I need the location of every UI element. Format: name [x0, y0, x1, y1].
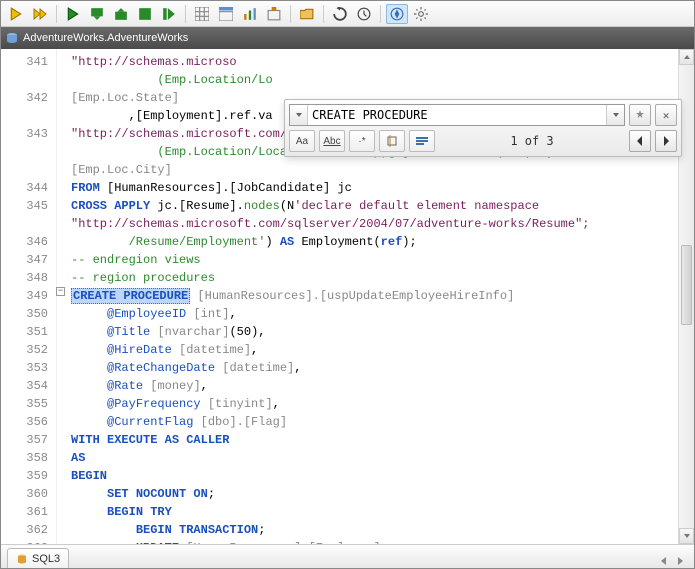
- exec-up-icon[interactable]: [110, 4, 132, 24]
- scroll-down-button[interactable]: [679, 528, 694, 544]
- chart-icon[interactable]: [239, 4, 261, 24]
- find-input-combo: [289, 104, 625, 126]
- tab-nav-right-icon[interactable]: [673, 554, 687, 568]
- line-number: 361: [1, 503, 56, 521]
- line-number: 354: [1, 377, 56, 395]
- find-input-dropdown[interactable]: [606, 105, 624, 125]
- line-number: 360: [1, 485, 56, 503]
- line-number: 343: [1, 125, 56, 143]
- find-history-dropdown[interactable]: [290, 105, 308, 125]
- refresh-icon[interactable]: [329, 4, 351, 24]
- tab-nav-left-icon[interactable]: [657, 554, 671, 568]
- line-number: 362: [1, 521, 56, 539]
- line-number: 349: [1, 287, 56, 305]
- code-line: UPDATE [HumanResources].[Employee]: [71, 539, 694, 544]
- table-icon[interactable]: [215, 4, 237, 24]
- code-line: @HireDate [datetime],: [71, 341, 694, 359]
- editor: − 34134234334434534634734834935035135235…: [1, 49, 694, 544]
- scrollbar-thumb[interactable]: [681, 245, 692, 325]
- export-icon[interactable]: [263, 4, 285, 24]
- code-line: /Resume/Employment') AS Employment(ref);: [71, 233, 694, 251]
- find-prev-button[interactable]: [629, 130, 651, 152]
- exec-skip-icon[interactable]: [158, 4, 180, 24]
- compass-icon[interactable]: [386, 4, 408, 24]
- line-number: 347: [1, 251, 56, 269]
- run-step-icon[interactable]: [29, 4, 51, 24]
- code-line: (Emp.Location/Lo: [71, 71, 694, 89]
- code-line: @Rate [money],: [71, 377, 694, 395]
- code-line: BEGIN TRY: [71, 503, 694, 521]
- whole-word-toggle[interactable]: Abc: [319, 130, 345, 152]
- tab-title[interactable]: AdventureWorks.AdventureWorks: [23, 32, 188, 44]
- code-line: AS: [71, 449, 694, 467]
- line-number: 345: [1, 197, 56, 215]
- line-number: 358: [1, 449, 56, 467]
- line-number: [1, 161, 56, 179]
- code-line: BEGIN: [71, 467, 694, 485]
- exec-block-icon[interactable]: [134, 4, 156, 24]
- exec-down-icon[interactable]: [86, 4, 108, 24]
- scroll-up-button[interactable]: [679, 49, 694, 65]
- in-selection-toggle[interactable]: [379, 130, 405, 152]
- match-case-toggle[interactable]: Aa: [289, 130, 315, 152]
- line-number: 359: [1, 467, 56, 485]
- wrap-toggle[interactable]: [409, 130, 435, 152]
- code-line: -- endregion views: [71, 251, 694, 269]
- close-find-button[interactable]: ✕: [655, 104, 677, 126]
- find-panel: ✕ Aa Abc ·* 1 of 3: [284, 99, 682, 157]
- db-icon: [5, 31, 19, 45]
- code-line: "http://schemas.microsoft.com/sqlserver/…: [71, 215, 694, 233]
- line-number: 356: [1, 413, 56, 431]
- code-line: [Emp.Loc.City]: [71, 161, 694, 179]
- exec-icon[interactable]: [62, 4, 84, 24]
- regex-toggle[interactable]: ·*: [349, 130, 375, 152]
- code-line: @PayFrequency [tinyint],: [71, 395, 694, 413]
- code-line: WITH EXECUTE AS CALLER: [71, 431, 694, 449]
- line-number: 348: [1, 269, 56, 287]
- line-number: 353: [1, 359, 56, 377]
- line-number: 346: [1, 233, 56, 251]
- bottom-tab-label: SQL3: [32, 553, 60, 565]
- line-number: [1, 143, 56, 161]
- line-gutter: − 34134234334434534634734834935035135235…: [1, 49, 57, 544]
- find-next-button[interactable]: [655, 130, 677, 152]
- line-number: 350: [1, 305, 56, 323]
- grid-icon[interactable]: [191, 4, 213, 24]
- line-number: 352: [1, 341, 56, 359]
- line-number: 363: [1, 539, 56, 544]
- line-number: [1, 215, 56, 233]
- find-input[interactable]: [308, 108, 606, 122]
- line-number: 351: [1, 323, 56, 341]
- editor-tabbar: AdventureWorks.AdventureWorks: [1, 27, 694, 49]
- line-number: 341: [1, 53, 56, 71]
- find-options-button[interactable]: [629, 104, 651, 126]
- folder-open-icon[interactable]: [296, 4, 318, 24]
- line-number: [1, 107, 56, 125]
- code-line: SET NOCOUNT ON;: [71, 485, 694, 503]
- line-number: 355: [1, 395, 56, 413]
- gear-icon[interactable]: [410, 4, 432, 24]
- code-line: FROM [HumanResources].[JobCandidate] jc: [71, 179, 694, 197]
- line-number: 357: [1, 431, 56, 449]
- code-line: @Title [nvarchar](50),: [71, 323, 694, 341]
- bottom-bar: SQL3: [1, 544, 694, 568]
- line-number: 342: [1, 89, 56, 107]
- run-icon[interactable]: [5, 4, 27, 24]
- line-number: [1, 71, 56, 89]
- code-line: -- region procedures: [71, 269, 694, 287]
- code-line: CREATE PROCEDURE [HumanResources].[uspUp…: [71, 287, 694, 305]
- line-number: 344: [1, 179, 56, 197]
- bottom-tab-sql[interactable]: SQL3: [7, 548, 69, 568]
- code-line: @RateChangeDate [datetime],: [71, 359, 694, 377]
- code-line: CROSS APPLY jc.[Resume].nodes(N'declare …: [71, 197, 694, 215]
- main-toolbar: [1, 1, 694, 27]
- code-line: @EmployeeID [int],: [71, 305, 694, 323]
- code-line: BEGIN TRANSACTION;: [71, 521, 694, 539]
- find-count: 1 of 3: [439, 134, 625, 148]
- history-icon[interactable]: [353, 4, 375, 24]
- code-line: "http://schemas.microso: [71, 53, 694, 71]
- code-line: @CurrentFlag [dbo].[Flag]: [71, 413, 694, 431]
